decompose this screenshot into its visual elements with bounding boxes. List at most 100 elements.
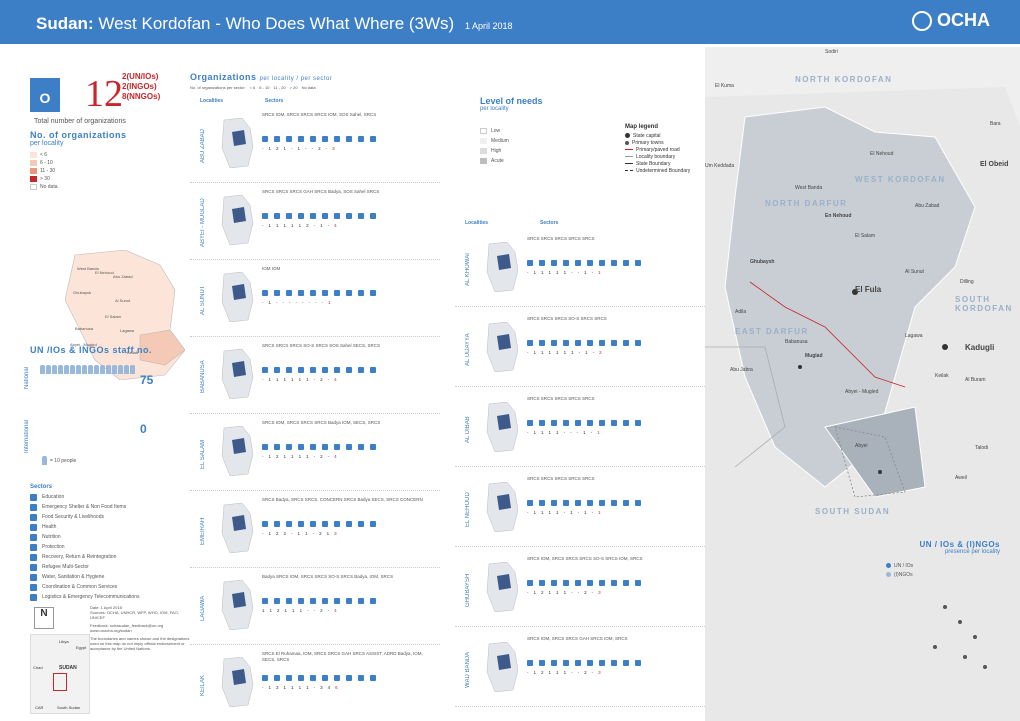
refugee-icon bbox=[30, 563, 37, 571]
legend: < 6 6 - 10 11 - 30 > 30 No data bbox=[30, 151, 127, 191]
sectors-legend: Sectors Education Emergency Shelter & No… bbox=[30, 484, 140, 601]
sector-orgs-text: SRCS IOM, SRCS SRCS SRCS Badya IOM, SECS… bbox=[262, 420, 381, 425]
locality-row: KEILAK SRCS El Ruhamaa, IOM, SRCS SRCS GA… bbox=[190, 645, 440, 721]
orgs-key: No. of organizations per sector: < 66 - … bbox=[190, 85, 316, 90]
locality-thumbnail-map bbox=[486, 402, 519, 452]
locality-row: GHUBAYSH SRCS IOM, SRCS SRCS SRCS SO-S SR… bbox=[455, 550, 705, 627]
sector-orgs-text: SRCS IOM, SRCS SRCS SRCS IOM, SOS Sahel,… bbox=[262, 112, 377, 117]
needs-legend: Low Medium High Acute bbox=[480, 126, 543, 166]
map-label: Ghubaysh bbox=[73, 290, 91, 295]
locality-thumbnail-map bbox=[221, 657, 254, 707]
col-localities-right: Localities bbox=[465, 220, 489, 226]
people-grid bbox=[40, 365, 190, 374]
sector-counts: -12111--2-3 bbox=[527, 670, 601, 675]
section-subtitle: per locality bbox=[30, 140, 64, 147]
orgs-per-locality-section: No. of organizations per locality < 6 6 … bbox=[30, 130, 127, 191]
kpi-label: Total number of organizations bbox=[34, 118, 126, 125]
orgs-choropleth-map: West Banda El Nehoud Abu Zabad Ghubaysh … bbox=[65, 250, 185, 380]
locality-thumbnail-map bbox=[221, 272, 254, 322]
sector-orgs-text: SRCS El Ruhamaa, IOM, SRCS SRCS GAH SRCS… bbox=[262, 651, 423, 662]
locality-row: EL NEHOUD SRCS SRCS SRCS SRCS SRCS -1 1 1 1-1… bbox=[455, 470, 705, 547]
health-icon bbox=[30, 523, 37, 531]
staff-title: UN /IOs & INGOs staff no. bbox=[30, 345, 153, 355]
sector-counts: -131111-346 bbox=[262, 685, 338, 690]
locality-row: AL KHOWAI SRCS SRCS SRCS SRCS SRCS -1 1 1 1 1-… bbox=[455, 230, 705, 307]
needs-section: Level of needs per locality Low Medium H… bbox=[480, 96, 543, 166]
locality-row: ABYEI - MUGLAD SRCS SRCS SRCS GAH SRCS Ba… bbox=[190, 183, 440, 260]
sector-orgs-text: Badya SRCS IOM, SRCS SRCS SO-S SRCS Bady… bbox=[262, 574, 394, 579]
sector-orgs-text: SRCS SRCS SRCS SO-S SRCS SOS Sahel SECS,… bbox=[262, 343, 381, 348]
map-label: El Salam bbox=[105, 314, 122, 319]
header-bar: Sudan: West Kordofan - Who Does What Whe… bbox=[0, 0, 1020, 44]
locality-name: WAD BANDA bbox=[465, 651, 471, 689]
staff-section: UN /IOs & INGOs staff no. bbox=[30, 345, 152, 355]
locality-name: LAGAWA bbox=[200, 595, 206, 621]
sector-counts: -121111-2-4 bbox=[262, 454, 337, 459]
locality-name: AL UDAYYA bbox=[465, 333, 471, 367]
shelter-icon bbox=[30, 503, 37, 511]
locality-row: AL DIBAB SRCS SRCS SRCS SRCS SRCS -1 1 1 1- - -… bbox=[455, 390, 705, 467]
recovery-icon bbox=[30, 553, 37, 561]
locality-row: WAD BANDA SRCS IOM, SRCS SRCS GAH SRCS IO… bbox=[455, 630, 705, 707]
locality-name: EL NEHOUD bbox=[465, 492, 471, 528]
sector-icons bbox=[262, 136, 432, 142]
locality-name: AL SUNUT bbox=[200, 285, 206, 315]
sector-icons bbox=[527, 260, 697, 266]
locality-row: EL SALAM SRCS IOM, SRCS SRCS SRCS Badya I… bbox=[190, 414, 440, 491]
sector-orgs-text: SRCS SRCS SRCS SO-S SRCS SRCS bbox=[527, 316, 607, 321]
locality-thumbnail-map bbox=[486, 322, 519, 372]
locality-row: EMEIRAH SRCS Badya, SRCS SRCS, CONCERN SR… bbox=[190, 491, 440, 568]
locality-row: AL SUNUT IOM IOM -1- - - - - - - -1 bbox=[190, 260, 440, 337]
map-label: El Nehoud bbox=[95, 270, 114, 275]
organizations-panel-right: Localities Sectors AL KHOWAI SRCS SRCS SR… bbox=[455, 220, 705, 715]
locality-name: AL KHOWAI bbox=[465, 253, 471, 287]
locality-thumbnail-map bbox=[221, 426, 254, 476]
sector-orgs-text: SRCS SRCS SRCS SRCS SRCS bbox=[527, 476, 595, 481]
region-label: NORTH KORDOFAN bbox=[795, 75, 893, 84]
map-label: Babanusa bbox=[75, 326, 94, 331]
region-label: SOUTH KORDOFAN bbox=[955, 295, 1013, 313]
kpi-total-value: 12 bbox=[85, 73, 123, 115]
sector-orgs-text: SRCS SRCS SRCS SRCS SRCS bbox=[527, 396, 595, 401]
map-label: Abu Zabad bbox=[113, 274, 133, 279]
people-key: = 10 people bbox=[42, 456, 76, 465]
sector-icons bbox=[527, 420, 697, 426]
col-sectors-right: Sectors bbox=[540, 220, 559, 226]
sector-counts: -121-1--2-3 bbox=[262, 146, 335, 151]
sector-icons bbox=[527, 500, 697, 506]
locality-thumbnail-map bbox=[486, 562, 519, 612]
protection-icon bbox=[30, 543, 37, 551]
locality-thumbnail-map bbox=[486, 642, 519, 692]
locality-name: AL DIBAB bbox=[465, 416, 471, 444]
region-label: WEST KORDOFAN bbox=[855, 175, 946, 184]
sector-icons bbox=[527, 340, 697, 346]
locality-thumbnail-map bbox=[221, 118, 254, 168]
sector-icons bbox=[262, 213, 432, 219]
locality-row: ABU ZABAD SRCS IOM, SRCS SRCS SRCS IOM, S… bbox=[190, 106, 440, 183]
page-title: Sudan: West Kordofan - Who Does What Whe… bbox=[36, 14, 513, 33]
sector-orgs-text: SRCS SRCS SRCS GAH SRCS Badya, SOS Sahel… bbox=[262, 189, 380, 194]
locality-thumbnail-map bbox=[221, 503, 254, 553]
map-legend: Map legend State capital Primary towns P… bbox=[625, 124, 691, 174]
orgs-header: Organizations per locality / per sector … bbox=[190, 72, 450, 90]
region-label: SOUTH SUDAN bbox=[815, 507, 891, 516]
main-map: NORTH KORDOFAN NORTH DARFUR WEST KORDOFA… bbox=[705, 47, 1020, 721]
national-staff: National 75 bbox=[24, 365, 180, 405]
locality-name: EMEIRAH bbox=[200, 517, 206, 545]
sector-counts: -12111--2-3 bbox=[527, 590, 601, 595]
international-count: 0 bbox=[140, 422, 147, 436]
sector-counts: -1111---1-1 bbox=[527, 430, 600, 435]
sector-counts: -111111-1-2 bbox=[527, 350, 602, 355]
sector-icons bbox=[262, 290, 432, 296]
col-localities: Localities bbox=[200, 98, 224, 104]
sector-icons bbox=[262, 675, 432, 681]
sector-counts: -111111-2-4 bbox=[262, 377, 337, 382]
region-label: EAST DARFUR bbox=[735, 327, 809, 336]
locality-thumbnail-map bbox=[221, 195, 254, 245]
wash-icon bbox=[30, 573, 37, 581]
sector-orgs-text: SRCS IOM, SRCS SRCS SRCS SO-S SRCS IOM, … bbox=[527, 556, 643, 561]
sector-counts: -11111--1-1 bbox=[527, 270, 601, 275]
locality-row: BABANUSA SRCS SRCS SRCS SO-S SRCS SOS Sah… bbox=[190, 337, 440, 414]
organizations-panel: Organizations per locality / per sector … bbox=[190, 60, 455, 715]
col-sectors: Sectors bbox=[265, 98, 284, 104]
